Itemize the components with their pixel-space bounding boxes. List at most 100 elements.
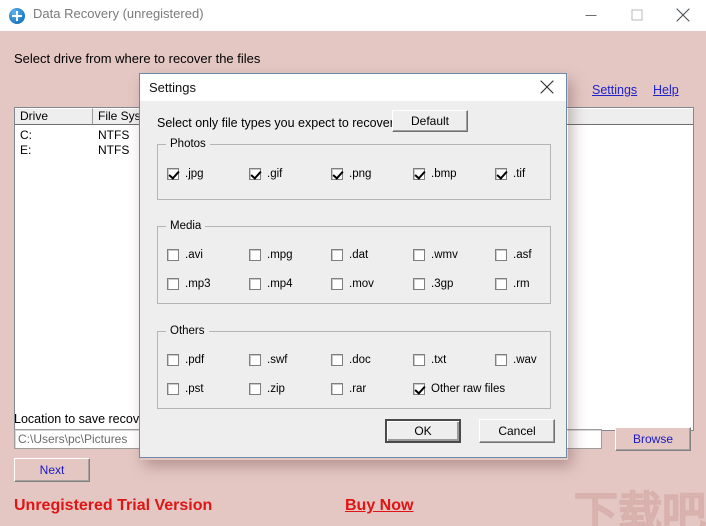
group-others-legend: Others <box>166 325 209 337</box>
checkbox-box-icon[interactable] <box>167 383 179 395</box>
checkbox-label: .asf <box>513 249 532 261</box>
next-button[interactable]: Next <box>14 458 90 482</box>
checkbox-rm[interactable]: .rm <box>495 278 530 290</box>
checkbox-box-icon[interactable] <box>331 249 343 261</box>
checkbox-label: .txt <box>431 354 447 366</box>
checkbox-rar[interactable]: .rar <box>331 383 366 395</box>
checkbox-label: .3gp <box>431 278 454 290</box>
checkbox-label: .pdf <box>185 354 205 366</box>
group-others: Others .pdf .swf .doc .txt .wav .pst .zi… <box>157 325 551 409</box>
checkbox-label: .jpg <box>185 168 204 180</box>
column-header-drive[interactable]: Drive <box>15 108 93 125</box>
browse-button[interactable]: Browse <box>615 427 691 451</box>
checkbox-label: .mov <box>349 278 374 290</box>
checkbox-avi[interactable]: .avi <box>167 249 203 261</box>
dialog-title: Settings <box>149 80 196 95</box>
checkbox-3gp[interactable]: .3gp <box>413 278 453 290</box>
checkbox-label: .bmp <box>431 168 457 180</box>
checkbox-box-icon[interactable] <box>495 278 507 290</box>
checkbox-box-icon[interactable] <box>249 278 261 290</box>
maximize-button[interactable] <box>614 0 660 30</box>
trial-version-label: Unregistered Trial Version <box>14 497 213 514</box>
checkbox-box-icon[interactable] <box>249 168 261 180</box>
checkbox-label: .gif <box>267 168 283 180</box>
checkbox-label: .wmv <box>431 249 458 261</box>
buy-now-link[interactable]: Buy Now <box>345 497 413 515</box>
checkbox-mpg[interactable]: .mpg <box>249 249 293 261</box>
group-photos: Photos .jpg .gif .png .bmp .tif <box>157 138 551 200</box>
checkbox-box-icon[interactable] <box>413 383 425 395</box>
watermark-logo-text: 下载吧 <box>574 489 706 526</box>
checkbox-box-icon[interactable] <box>495 249 507 261</box>
checkbox-pdf[interactable]: .pdf <box>167 354 204 366</box>
drive-prompt-label: Select drive from where to recover the f… <box>14 51 261 66</box>
dialog-subtitle: Select only file types you expect to rec… <box>157 116 394 130</box>
checkbox-dat[interactable]: .dat <box>331 249 368 261</box>
site-watermark: 下载吧 www.xiazaiba.com <box>574 489 706 526</box>
checkbox-label: .mp4 <box>267 278 293 290</box>
app-logo-icon <box>9 8 25 24</box>
checkbox-box-icon[interactable] <box>167 249 179 261</box>
minimize-button[interactable] <box>568 0 614 30</box>
checkbox-label: .rar <box>349 383 367 395</box>
checkbox-tif[interactable]: .tif <box>495 168 525 180</box>
checkbox-label: .avi <box>185 249 203 261</box>
checkbox-mp3[interactable]: .mp3 <box>167 278 211 290</box>
group-media: Media .avi .mpg .dat .wmv .asf .mp3 .mp4… <box>157 220 551 304</box>
checkbox-txt[interactable]: .txt <box>413 354 446 366</box>
cancel-button[interactable]: Cancel <box>479 419 555 443</box>
checkbox-box-icon[interactable] <box>331 354 343 366</box>
window-title: Data Recovery (unregistered) <box>33 6 204 21</box>
checkbox-box-icon[interactable] <box>413 168 425 180</box>
dialog-titlebar: Settings <box>140 74 566 101</box>
checkbox-swf[interactable]: .swf <box>249 354 287 366</box>
checkbox-label: .pst <box>185 383 204 395</box>
default-button[interactable]: Default <box>392 110 468 132</box>
ok-button[interactable]: OK <box>385 419 461 443</box>
checkbox-box-icon[interactable] <box>413 278 425 290</box>
checkbox-box-icon[interactable] <box>331 168 343 180</box>
close-button[interactable] <box>660 0 706 30</box>
checkbox-label: .rm <box>513 278 530 290</box>
checkbox-label: .tif <box>513 168 526 180</box>
checkbox-gif[interactable]: .gif <box>249 168 282 180</box>
checkbox-wav[interactable]: .wav <box>495 354 537 366</box>
checkbox-jpg[interactable]: .jpg <box>167 168 204 180</box>
checkbox-box-icon[interactable] <box>249 354 261 366</box>
checkbox-box-icon[interactable] <box>249 383 261 395</box>
checkbox-label: .wav <box>513 354 537 366</box>
checkbox-box-icon[interactable] <box>167 354 179 366</box>
checkbox-label: Other raw files <box>431 383 506 395</box>
checkbox-label: .swf <box>267 354 288 366</box>
checkbox-other-raw-files[interactable]: Other raw files <box>413 383 505 395</box>
checkbox-bmp[interactable]: .bmp <box>413 168 457 180</box>
checkbox-box-icon[interactable] <box>167 278 179 290</box>
group-photos-legend: Photos <box>166 138 210 150</box>
app-window: Data Recovery (unregistered) Select driv… <box>0 0 706 526</box>
checkbox-mp4[interactable]: .mp4 <box>249 278 293 290</box>
checkbox-doc[interactable]: .doc <box>331 354 371 366</box>
checkbox-asf[interactable]: .asf <box>495 249 532 261</box>
checkbox-box-icon[interactable] <box>249 249 261 261</box>
checkbox-png[interactable]: .png <box>331 168 371 180</box>
help-link[interactable]: Help <box>653 83 679 97</box>
checkbox-box-icon[interactable] <box>495 354 507 366</box>
checkbox-mov[interactable]: .mov <box>331 278 374 290</box>
checkbox-label: .png <box>349 168 372 180</box>
checkbox-box-icon[interactable] <box>331 278 343 290</box>
location-label: Location to save recov <box>14 412 140 426</box>
checkbox-label: .mpg <box>267 249 293 261</box>
dialog-close-icon[interactable] <box>530 74 564 100</box>
checkbox-box-icon[interactable] <box>495 168 507 180</box>
checkbox-pst[interactable]: .pst <box>167 383 204 395</box>
checkbox-box-icon[interactable] <box>413 249 425 261</box>
checkbox-zip[interactable]: .zip <box>249 383 285 395</box>
group-media-legend: Media <box>166 220 206 232</box>
settings-link[interactable]: Settings <box>592 83 637 97</box>
checkbox-box-icon[interactable] <box>167 168 179 180</box>
checkbox-label: .dat <box>349 249 369 261</box>
window-titlebar: Data Recovery (unregistered) <box>0 0 706 32</box>
checkbox-box-icon[interactable] <box>331 383 343 395</box>
checkbox-box-icon[interactable] <box>413 354 425 366</box>
checkbox-wmv[interactable]: .wmv <box>413 249 458 261</box>
